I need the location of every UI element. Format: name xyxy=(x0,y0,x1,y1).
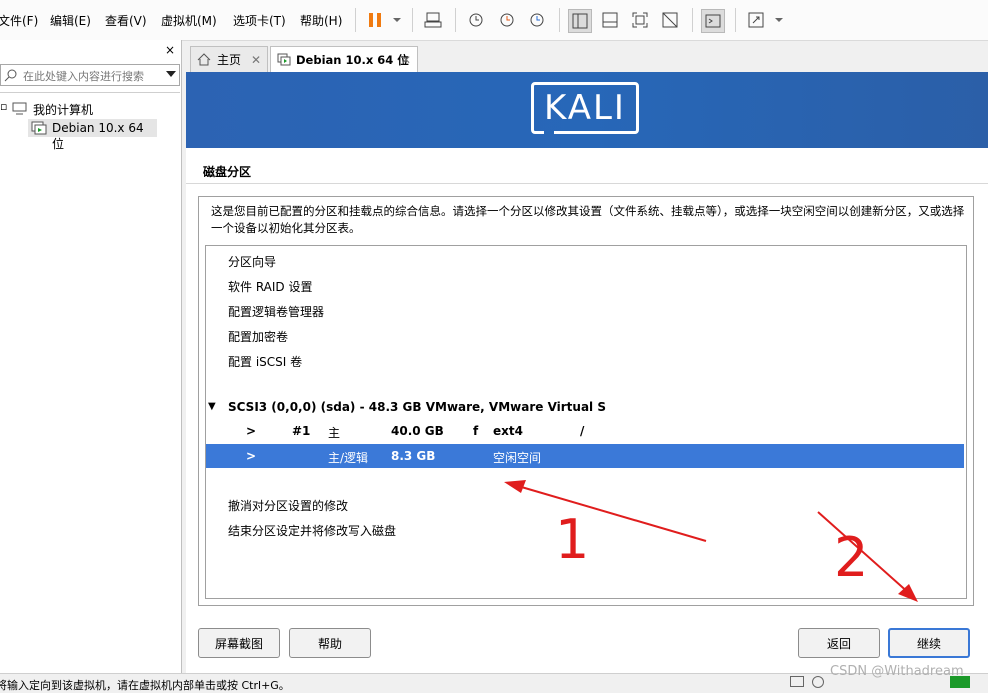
annotation-arrow-1 xyxy=(517,485,707,542)
arrowhead-icon xyxy=(504,480,526,493)
cd-icon[interactable] xyxy=(812,676,824,688)
annotation-number-2: 2 xyxy=(834,526,869,589)
hard-disk-icon[interactable] xyxy=(790,676,804,687)
watermark: CSDN @Withadream xyxy=(830,664,964,679)
status-text: 将输入定向到该虚拟机，请在虚拟机内部单击或按 Ctrl+G。 xyxy=(0,679,290,692)
annotation-number-1: 1 xyxy=(555,508,590,571)
